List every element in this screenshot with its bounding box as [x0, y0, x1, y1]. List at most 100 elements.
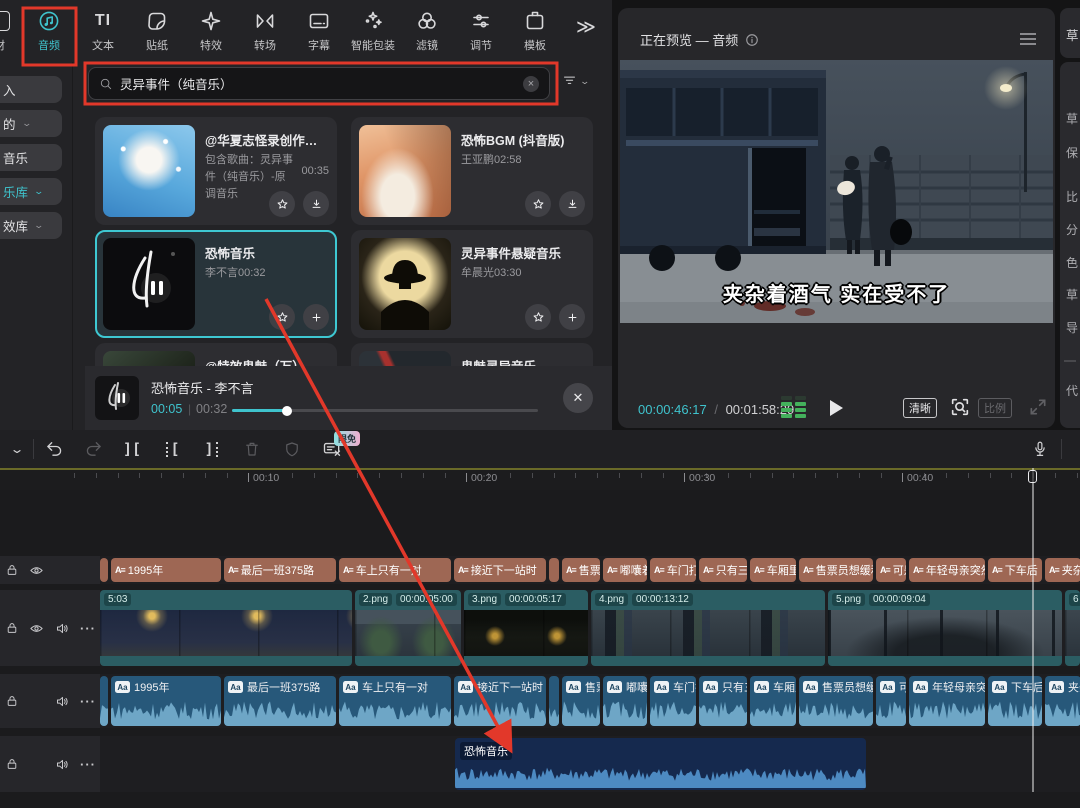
split-icon[interactable]: ][ [117, 435, 147, 463]
focus-zoom-icon[interactable] [949, 396, 971, 418]
video-clip[interactable]: 6 [1065, 590, 1080, 666]
audio-clip[interactable]: Aa接近下一站时 [454, 676, 546, 726]
video-clip[interactable]: 4.png00:00:13:12 [591, 590, 825, 666]
tab-text[interactable]: TI文本 [75, 7, 131, 59]
ratio-button[interactable]: 比例 [978, 398, 1012, 418]
lock-icon[interactable] [3, 619, 21, 637]
strip-item-2[interactable]: 比 [1066, 188, 1078, 205]
text-clip[interactable]: A≡可是 [876, 558, 906, 582]
audio-clip[interactable] [549, 676, 559, 726]
clear-search-icon[interactable]: × [523, 76, 539, 92]
split-keep-left-icon[interactable]: ] [197, 435, 227, 463]
record-voiceover-icon[interactable] [1025, 435, 1055, 463]
audio-clip[interactable]: Aa车厢里 [750, 676, 796, 726]
star-button[interactable] [269, 191, 295, 217]
lock-icon[interactable] [3, 692, 21, 710]
playhead-handle[interactable] [1028, 470, 1037, 483]
text-clip[interactable]: A≡只有三 [699, 558, 747, 582]
video-preview[interactable]: 夹杂着酒气 实在受不了 [620, 60, 1053, 323]
speaker-icon[interactable] [53, 755, 71, 773]
video-clip[interactable]: 5:03 [100, 590, 352, 666]
redo-icon[interactable] [78, 435, 108, 463]
filter-button[interactable]: ⌄ [562, 74, 589, 89]
undo-icon[interactable] [40, 435, 70, 463]
text-clip[interactable]: A≡售票 [562, 558, 600, 582]
tab-adjust[interactable]: 调节 [453, 7, 509, 59]
play-button[interactable] [830, 400, 843, 416]
lock-icon[interactable] [3, 561, 21, 579]
speaker-icon[interactable] [53, 619, 71, 637]
text-clip[interactable] [100, 558, 108, 582]
text-clip[interactable]: A≡车上只有一对 [339, 558, 451, 582]
expand-toolbar-button[interactable]: ≫ [576, 16, 594, 39]
tab-effects[interactable]: 特效 [183, 7, 239, 59]
more-options-icon[interactable]: ··· [79, 619, 97, 637]
more-options-icon[interactable]: ··· [79, 755, 97, 773]
right-strip-header[interactable]: 草 [1060, 8, 1080, 58]
timeline-collapse-icon[interactable]: ⌄ [2, 435, 32, 463]
fullscreen-icon[interactable] [1028, 397, 1048, 417]
tab-media-partial[interactable]: 材 [0, 7, 14, 59]
tab-transition[interactable]: 转场 [237, 7, 293, 59]
split-keep-right-icon[interactable]: [ [157, 435, 187, 463]
mask-icon[interactable] [277, 435, 307, 463]
strip-item-5[interactable]: 草 [1066, 286, 1078, 303]
text-clip[interactable]: A≡车厢里 [750, 558, 796, 582]
lock-icon[interactable] [3, 755, 21, 773]
audio-clip[interactable] [100, 676, 108, 726]
download-button[interactable] [303, 191, 329, 217]
music-clip[interactable]: 恐怖音乐 [455, 738, 866, 790]
tab-audio[interactable]: 音频 [21, 7, 77, 59]
audio-clip[interactable]: Aa售票 [562, 676, 600, 726]
strip-item-0[interactable]: 草 [1066, 110, 1078, 127]
music-card-1[interactable]: 恐怖BGM (抖音版)王亚鹏02:58 [351, 117, 593, 225]
download-button[interactable] [559, 191, 585, 217]
playhead-line[interactable] [1032, 468, 1034, 792]
sidebar-item-1[interactable]: 的⌄ [0, 110, 62, 137]
tab-smartpack[interactable]: 智能包装 [345, 7, 401, 59]
strip-item-1[interactable]: 保 [1066, 144, 1078, 161]
search-input[interactable]: 灵异事件（纯音乐） × [88, 67, 550, 100]
audio-clip[interactable]: Aa可是 [876, 676, 906, 726]
audio-clip[interactable]: Aa年轻母亲突然 [909, 676, 985, 726]
audio-clip[interactable]: Aa最后一班375路 [224, 676, 336, 726]
sidebar-item-2[interactable]: 音乐 [0, 144, 62, 171]
audio-clip[interactable]: Aa只有三 [699, 676, 747, 726]
hamburger-menu-icon[interactable] [1019, 32, 1037, 46]
text-clip[interactable]: A≡1995年 [111, 558, 221, 582]
audio-clip[interactable]: Aa下车后 [988, 676, 1042, 726]
audio-clip[interactable]: Aa售票员想缓和 [799, 676, 873, 726]
timeline-ruler[interactable]: 00:1000:2000:3000:40 [0, 468, 1080, 490]
audio-clip[interactable]: Aa嘟囔着 [603, 676, 647, 726]
text-clip[interactable] [549, 558, 559, 582]
audio-clip[interactable]: Aa1995年 [111, 676, 221, 726]
speaker-icon[interactable] [53, 692, 71, 710]
sidebar-item-4[interactable]: 效库⌄ [0, 212, 62, 239]
video-clip[interactable]: 5.png00:00:09:04 [828, 590, 1062, 666]
tab-sticker[interactable]: 贴纸 [129, 7, 185, 59]
audio-clip[interactable]: Aa夹杂着 [1045, 676, 1080, 726]
delete-icon[interactable] [237, 435, 267, 463]
audio-clip[interactable]: Aa车门打 [650, 676, 696, 726]
text-clip[interactable]: A≡车门打 [650, 558, 696, 582]
text-clip[interactable]: A≡接近下一站时 [454, 558, 546, 582]
tab-captions[interactable]: 字幕 [291, 7, 347, 59]
player-progress-knob[interactable] [282, 406, 292, 416]
tab-template[interactable]: 模板 [507, 7, 563, 59]
music-card-0[interactable]: @华夏志怪录创作的原声包含歌曲：灵异事件（纯音乐）-原调音乐00:35 [95, 117, 337, 225]
text-clip[interactable]: A≡嘟囔着 [603, 558, 647, 582]
strip-item-3[interactable]: 分 [1066, 221, 1078, 238]
text-clip[interactable]: A≡夹杂着 [1045, 558, 1080, 582]
sidebar-item-3[interactable]: 乐库⌄ [0, 178, 62, 205]
plus-button[interactable] [303, 304, 329, 330]
star-button[interactable] [525, 191, 551, 217]
music-card-3[interactable]: 灵异事件悬疑音乐牟晨光03:30 [351, 230, 593, 338]
eye-icon[interactable] [27, 561, 45, 579]
star-button[interactable] [525, 304, 551, 330]
tab-filter[interactable]: 滤镜 [399, 7, 455, 59]
strip-item-6[interactable]: 导 [1066, 319, 1078, 336]
strip-item-8[interactable]: 代 [1066, 382, 1078, 399]
strip-item-4[interactable]: 色 [1066, 254, 1078, 271]
text-clip[interactable]: A≡年轻母亲突然 [909, 558, 985, 582]
text-clip[interactable]: A≡最后一班375路 [224, 558, 336, 582]
